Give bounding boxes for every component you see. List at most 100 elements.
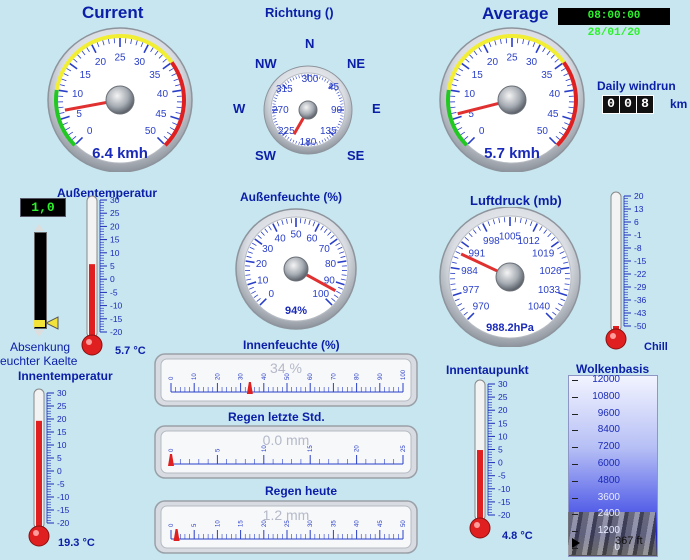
- thermometer-tick-label: -20: [110, 327, 123, 337]
- dial-tick-label: 25: [114, 53, 126, 64]
- thermometer-tick-label: 10: [498, 431, 508, 441]
- pressure-title: Luftdruck (mb): [470, 193, 562, 208]
- average-wind-value: 5.7 kmh: [484, 145, 540, 162]
- linear-gauge-tick-label: 35: [331, 520, 337, 527]
- thermometer-tick-label: 20: [498, 405, 508, 415]
- thermometer-tick-label: 6: [634, 217, 639, 227]
- dial-tick-label: 1019: [532, 248, 555, 259]
- dial-tick-label: 100: [312, 289, 329, 300]
- dial-tick-label: 1012: [517, 236, 540, 247]
- dial-tick-label: 10: [72, 89, 84, 100]
- thermometer-tick-label: 25: [110, 208, 120, 218]
- indoor-temp-title: Innentemperatur: [18, 369, 113, 383]
- dewpoint-value: 4.8 °C: [502, 530, 533, 542]
- cloudbase-tick: [572, 548, 578, 549]
- thermometer-tick-label: 30: [110, 195, 120, 205]
- thermometer-tick-label: 15: [110, 235, 120, 245]
- average-wind-gauge: 05101520 25 3035404550 5.7 kmh: [439, 27, 585, 172]
- dial-tick-label: 984: [461, 266, 478, 277]
- dial-tick-label: 45: [155, 109, 167, 120]
- linear-gauge-tick-label: 80: [355, 373, 361, 380]
- outdoor-humidity-value: 94%: [285, 305, 307, 317]
- dial-tick-label: 970: [473, 301, 490, 312]
- cloudbase-tick: [572, 480, 578, 482]
- dial-tick-label: 20: [256, 259, 268, 270]
- linear-gauge-tick-label: 25: [285, 520, 291, 527]
- chill-title: Chill: [644, 341, 668, 353]
- cloudbase-tick: [572, 531, 578, 533]
- pressure-gauge: 970977984991998 100510121019102610331040 …: [439, 207, 581, 347]
- dial-tick-label: 40: [157, 89, 169, 100]
- dial-tick-label: 30: [134, 57, 146, 68]
- thermometer-tick-label: -8: [634, 243, 642, 253]
- windrun-digit-1: 0: [603, 96, 619, 113]
- compass-deg-45: 45: [328, 82, 340, 93]
- cloudbase-tick: [572, 430, 578, 432]
- windrun-counter: 0 0 8: [602, 95, 654, 114]
- thermometer-tick-label: -5: [498, 471, 506, 481]
- cloudbase-marker-icon: [572, 538, 580, 548]
- rain-today-title: Regen heute: [265, 484, 338, 498]
- compass-deg-225: 225: [278, 126, 295, 137]
- linear-gauge-tick-label: 15: [239, 520, 245, 527]
- dial-tick-label: 50: [290, 230, 302, 241]
- setpoint-label-1: Absenkung: [10, 340, 71, 354]
- linear-gauge-tick-label: 90: [378, 373, 384, 380]
- indoor-temp-value: 19.3 °C: [58, 537, 95, 549]
- direction-title: Richtung (): [265, 5, 334, 20]
- cloudbase-scale: 12000 10800 9600 8400 7200 6000 4800 3600 2400 12…: [570, 370, 656, 556]
- dial-tick-label: 40: [275, 233, 287, 244]
- cloudbase-tick: [572, 464, 578, 465]
- thermometer-tick-label: 20: [634, 191, 644, 201]
- slider-down-arrow[interactable]: [34, 330, 44, 337]
- thermometer-tick-label: 0: [110, 274, 115, 284]
- indoor-humidity-title: Innenfeuchte (%): [243, 338, 340, 352]
- dial-tick-label: 45: [547, 109, 559, 120]
- compass-w: W: [233, 101, 246, 116]
- cloudbase-tick: [572, 497, 578, 499]
- linear-gauge-value-text: 0.0 mm: [263, 432, 310, 448]
- thermometer-tick-label: 0: [498, 458, 503, 468]
- outdoor-temp-value: 5.7 °C: [115, 345, 146, 357]
- dial-tick-label: 35: [149, 70, 161, 81]
- linear-gauge-tick-label: 100: [401, 369, 407, 380]
- average-title: Average: [482, 4, 549, 23]
- compass-deg-180: 180: [300, 137, 317, 148]
- thermometer-tick-label: 25: [57, 401, 67, 411]
- thermometer-level: [89, 264, 95, 338]
- setpoint-label-2: euchter Kaelte: [0, 354, 78, 368]
- thermometer-tick-label: 15: [498, 418, 508, 428]
- dial-tick-label: 0: [268, 289, 274, 300]
- thermometer-tick-label: 10: [110, 248, 120, 258]
- linear-gauge-tick-label: 20: [355, 445, 361, 452]
- indoor-thermometer: 30 25 20 15 10 5 0 -5 -10 -15 -20: [28, 388, 70, 547]
- linear-gauge-tick-label: 25: [401, 445, 407, 452]
- thermometer-tick-label: 5: [498, 445, 503, 455]
- compass-deg-315: 315: [276, 84, 293, 95]
- windrun-title: Daily windrun: [597, 79, 676, 93]
- compass-deg-135: 135: [320, 126, 337, 137]
- dewpoint-title: Innentaupunkt: [446, 363, 529, 377]
- dial-tick-label: 25: [506, 53, 518, 64]
- setpoint-slider-track[interactable]: [34, 232, 47, 329]
- dial-tick-label: 1033: [538, 285, 561, 296]
- indoor-humidity-bar: 34 %0 10 20 30 40 50 60 70 80 90 100: [154, 353, 418, 407]
- chill-thermometer: 20 13 6 -1 -8 -15 -22 -29 -36 -43 -50: [605, 191, 647, 350]
- compass-deg-270: 270: [272, 105, 289, 116]
- dial-tick-label: 50: [145, 126, 157, 137]
- dial-tick-label: 15: [80, 70, 92, 81]
- thermometer-tick-label: -10: [110, 301, 123, 311]
- thermometer-tick-label: -1: [634, 230, 642, 240]
- thermometer-tick-label: -15: [498, 497, 511, 507]
- outdoor-humidity-title: Außenfeuchte (%): [240, 190, 342, 204]
- current-wind-value: 6.4 kmh: [92, 145, 148, 162]
- linear-gauge-tick-label: 10: [215, 520, 221, 527]
- dial-tick-label: 977: [463, 285, 480, 296]
- thermometer-tick-label: -50: [634, 321, 647, 331]
- setpoint-slider-thumb[interactable]: [34, 320, 45, 327]
- dial-tick-label: 50: [537, 126, 549, 137]
- thermometer-tick-label: 15: [57, 427, 67, 437]
- slider-up-arrow[interactable]: [34, 224, 44, 231]
- linear-gauge-tick-label: 30: [239, 373, 245, 380]
- windrun-digit-3: 8: [637, 96, 653, 113]
